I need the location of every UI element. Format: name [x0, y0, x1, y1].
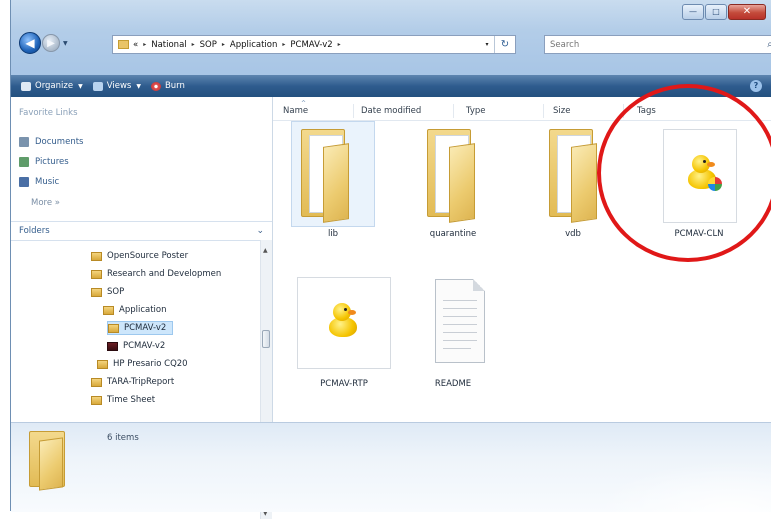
breadcrumb-separator[interactable]: ▸: [192, 41, 195, 48]
folder-icon: [91, 269, 102, 279]
column-type[interactable]: Type: [466, 106, 486, 116]
breadcrumb-overflow[interactable]: «: [133, 40, 138, 50]
breadcrumb: « ▸ National ▸ SOP ▸ Application ▸ PCMAV…: [133, 40, 346, 50]
duck-application-icon: [325, 303, 361, 339]
forward-arrow-icon: ▶: [47, 37, 55, 49]
address-bar[interactable]: « ▸ National ▸ SOP ▸ Application ▸ PCMAV…: [112, 35, 516, 54]
folders-header[interactable]: Folders ⌄: [11, 221, 272, 241]
favorite-documents[interactable]: Documents: [19, 137, 83, 147]
text-document-icon: [435, 279, 485, 363]
views-icon: [92, 81, 103, 91]
breadcrumb-separator[interactable]: ▸: [282, 41, 285, 48]
breadcrumb-separator[interactable]: ▸: [338, 41, 341, 48]
folder-icon: [91, 287, 102, 297]
magnifier-icon[interactable]: ⌕: [763, 39, 771, 50]
music-icon: [19, 177, 29, 187]
back-button[interactable]: ◀: [19, 32, 41, 54]
navigation-buttons: ◀ ▶ ▼: [19, 32, 68, 54]
item-count: 6 items: [107, 433, 139, 443]
burn-disc-icon: [150, 81, 161, 91]
tree-item-application[interactable]: Application: [103, 303, 167, 317]
highlight-circle-annotation: [597, 84, 771, 262]
close-button[interactable]: ✕: [728, 4, 766, 20]
organize-button[interactable]: Organize ▼: [21, 81, 83, 91]
details-pane: 6 items: [11, 422, 771, 512]
folder-icon: [91, 395, 102, 405]
sort-indicator-icon: ^: [301, 100, 307, 107]
column-size[interactable]: Size: [553, 106, 570, 116]
back-arrow-icon: ◀: [25, 36, 35, 50]
chevron-down-icon: ▼: [136, 82, 141, 90]
tree-item-pcmav-v2-selected[interactable]: PCMAV-v2: [107, 321, 174, 335]
maximize-button[interactable]: □: [705, 4, 727, 20]
tree-item-hp-presario[interactable]: HP Presario CQ20: [97, 357, 188, 371]
documents-icon: [19, 137, 29, 147]
breadcrumb-separator[interactable]: ▸: [222, 41, 225, 48]
search-input[interactable]: [545, 38, 763, 51]
breadcrumb-pcmav-v2[interactable]: PCMAV-v2: [290, 40, 332, 50]
folder-icon: [97, 359, 108, 369]
tree-item-tara-tripreport[interactable]: TARA-TripReport: [91, 375, 174, 389]
breadcrumb-national[interactable]: National: [151, 40, 186, 50]
minimize-button[interactable]: —: [682, 4, 704, 20]
help-button[interactable]: ?: [750, 80, 762, 92]
chevron-down-icon: ▼: [78, 82, 83, 90]
folder-icon: [108, 323, 119, 333]
application-icon: [107, 341, 118, 351]
more-links[interactable]: More »: [31, 198, 60, 208]
folder-icon: [91, 251, 102, 261]
folder-icon: [91, 377, 102, 387]
tree-item-sop[interactable]: SOP: [91, 285, 124, 299]
tree-item-opensource-poster[interactable]: OpenSource Poster: [91, 249, 188, 263]
recent-pages-dropdown[interactable]: ▼: [63, 40, 68, 47]
file-item-pcmav-rtp[interactable]: PCMAV-RTP: [283, 267, 391, 392]
column-date-modified[interactable]: Date modified: [361, 106, 421, 116]
column-name[interactable]: Name: [283, 106, 308, 116]
favorite-links-title: Favorite Links: [19, 108, 78, 118]
file-item-quarantine[interactable]: quarantine: [403, 117, 503, 242]
breadcrumb-separator[interactable]: ▸: [143, 41, 146, 48]
organize-icon: [21, 81, 31, 91]
chevron-down-icon: ⌄: [256, 226, 264, 236]
favorite-music[interactable]: Music: [19, 177, 59, 187]
scroll-up-icon[interactable]: ▲: [263, 247, 268, 254]
pictures-icon: [19, 157, 29, 167]
file-item-readme[interactable]: README: [403, 267, 503, 392]
folder-icon: [118, 40, 129, 49]
folder-icon: [103, 305, 114, 315]
tree-item-time-sheet[interactable]: Time Sheet: [91, 393, 155, 407]
favorite-pictures[interactable]: Pictures: [19, 157, 69, 167]
views-button[interactable]: Views ▼: [92, 81, 141, 91]
tree-item-research[interactable]: Research and Developmen: [91, 267, 221, 281]
breadcrumb-sop[interactable]: SOP: [200, 40, 217, 50]
scrollbar-thumb[interactable]: [262, 330, 270, 348]
forward-button[interactable]: ▶: [42, 34, 60, 52]
burn-button[interactable]: Burn: [150, 81, 185, 91]
file-item-lib[interactable]: lib: [283, 117, 383, 242]
refresh-button[interactable]: ↻: [494, 36, 515, 53]
tree-item-pcmav-v2-app[interactable]: PCMAV-v2: [107, 339, 165, 353]
navigation-pane: Favorite Links Documents Pictures Music …: [11, 97, 273, 519]
breadcrumb-application[interactable]: Application: [230, 40, 278, 50]
address-dropdown-icon[interactable]: ▾: [480, 41, 494, 48]
caption-buttons: — □ ✕: [682, 4, 766, 20]
search-box: ⌕: [544, 35, 771, 54]
